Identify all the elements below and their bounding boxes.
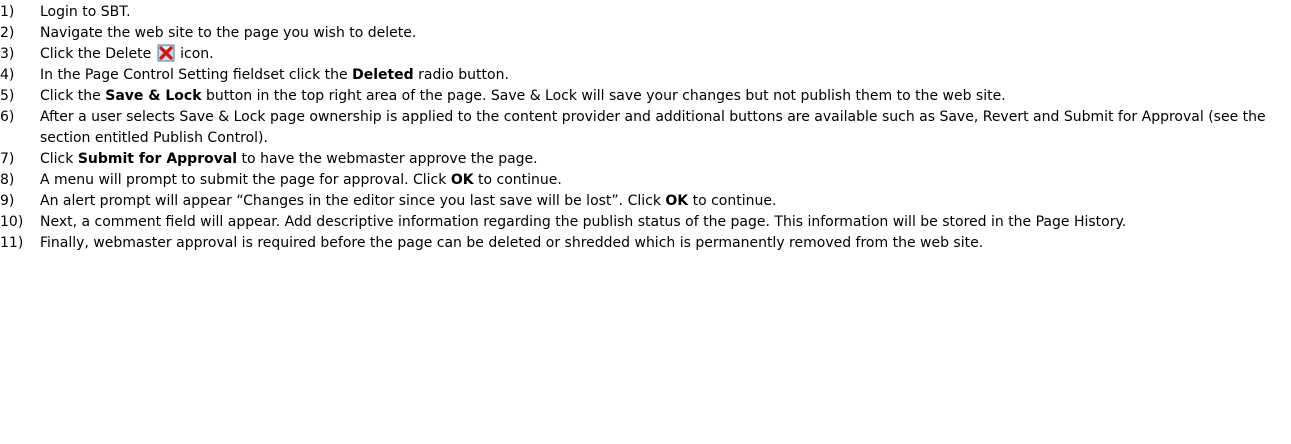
step-emphasis: OK	[450, 172, 474, 188]
step-number: 1)	[0, 4, 15, 20]
step-number: 3)	[0, 46, 15, 62]
step-text-segment: An alert prompt will appear “Changes in …	[40, 193, 666, 209]
step-number: 8)	[0, 172, 15, 188]
list-item: 2) Navigate the web site to the page you …	[0, 23, 1291, 44]
step-text-segment: radio button.	[413, 67, 509, 83]
step-text: Finally, webmaster approval is required …	[40, 235, 983, 251]
step-emphasis: OK	[665, 193, 689, 209]
step-text: Next, a comment field will appear. Add d…	[40, 214, 1126, 230]
step-text: Click the Delete icon.	[40, 44, 214, 62]
step-text-segment: Navigate the web site to the page you wi…	[40, 25, 417, 41]
step-text-segment: icon.	[175, 46, 214, 62]
step-text-segment: to have the webmaster approve the page.	[237, 151, 538, 167]
list-item: 3) Click the Delete icon.	[0, 44, 1291, 65]
step-text-segment: Click	[40, 151, 78, 167]
step-text: Click the Save & Lock button in the top …	[40, 88, 1006, 104]
step-text: After a user selects Save & Lock page ow…	[40, 109, 1266, 146]
step-number: 4)	[0, 67, 15, 83]
step-number: 5)	[0, 88, 15, 104]
step-text-segment: A menu will prompt to submit the page fo…	[40, 172, 451, 188]
step-text: Login to SBT.	[40, 4, 131, 20]
step-text: Click Submit for Approval to have the we…	[40, 151, 538, 167]
list-item: 11) Finally, webmaster approval is requir…	[0, 233, 1291, 254]
list-item: 4) In the Page Control Setting fieldset c…	[0, 65, 1291, 86]
step-number: 2)	[0, 25, 15, 41]
list-item: 5) Click the Save & Lock button in the to…	[0, 86, 1291, 107]
list-item: 1) Login to SBT.	[0, 2, 1291, 23]
instruction-list: 1) Login to SBT. 2) Navigate the web site t…	[0, 0, 1291, 254]
list-item: 9) An alert prompt will appear “Changes i…	[0, 191, 1291, 212]
step-number: 11)	[0, 235, 24, 251]
list-item: 7) Click Submit for Approval to have the …	[0, 149, 1291, 170]
list-item: 8) A menu will prompt to submit the page …	[0, 170, 1291, 191]
step-text-segment: After a user selects Save & Lock page ow…	[40, 109, 1266, 146]
step-emphasis: Deleted	[352, 67, 414, 83]
step-text-segment: Login to SBT.	[40, 4, 131, 20]
step-number: 9)	[0, 193, 15, 209]
step-emphasis: Submit for Approval	[77, 151, 238, 167]
step-text: A menu will prompt to submit the page fo…	[40, 172, 562, 188]
step-number: 7)	[0, 151, 15, 167]
step-text: In the Page Control Setting fieldset cli…	[40, 67, 509, 83]
step-text-segment: Click the Delete	[40, 46, 156, 62]
step-text-segment: to continue.	[688, 193, 777, 209]
list-item: 6) After a user selects Save & Lock page …	[0, 107, 1291, 149]
step-text-segment: In the Page Control Setting fieldset cli…	[40, 67, 353, 83]
step-number: 6)	[0, 109, 15, 125]
step-text-segment: Click the	[40, 88, 106, 104]
step-text-segment: Finally, webmaster approval is required …	[40, 235, 984, 251]
delete-icon	[157, 44, 175, 62]
step-text: An alert prompt will appear “Changes in …	[40, 193, 776, 209]
step-text-segment: button in the top right area of the page…	[201, 88, 1006, 104]
step-number: 10)	[0, 214, 24, 230]
step-text-segment: Next, a comment field will appear. Add d…	[40, 214, 1127, 230]
step-emphasis: Save & Lock	[105, 88, 202, 104]
step-text-segment: to continue.	[473, 172, 562, 188]
step-text: Navigate the web site to the page you wi…	[40, 25, 416, 41]
list-item: 10) Next, a comment field will appear. Ad…	[0, 212, 1291, 233]
